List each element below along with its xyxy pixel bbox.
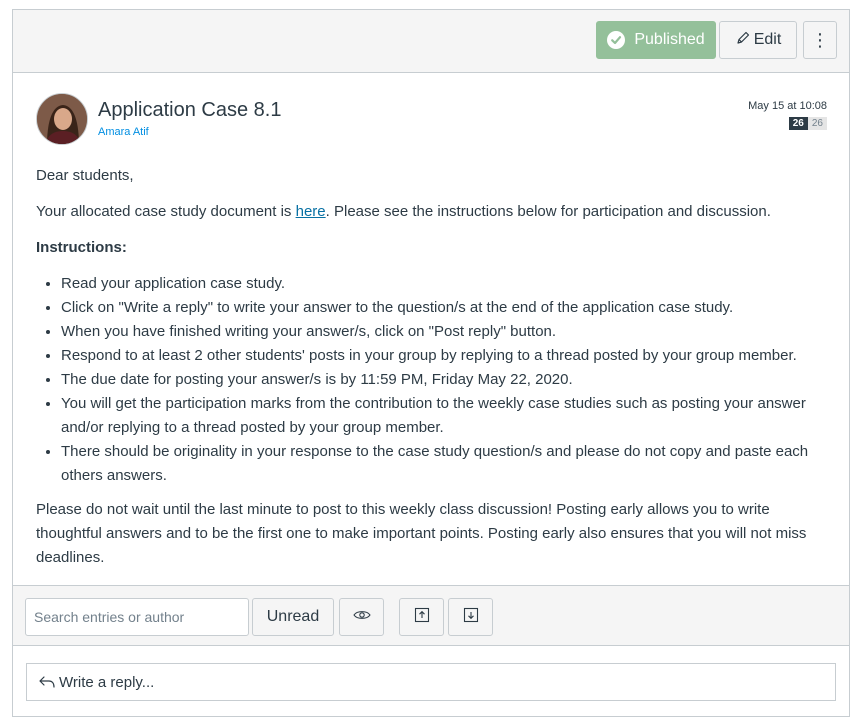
instruction-item: The due date for posting your answer/s i…: [61, 368, 836, 392]
unread-filter-button[interactable]: Unread: [252, 598, 334, 636]
intro-text-after: . Please see the instructions below for …: [325, 203, 771, 220]
collapse-threads-button[interactable]: [399, 598, 444, 636]
published-button[interactable]: Published: [596, 21, 716, 59]
instructions-list: Read your application case study. Click …: [36, 272, 836, 488]
instructions-heading: Instructions:: [36, 239, 127, 256]
unread-count-badge: 26: [788, 117, 808, 130]
intro-text: Your allocated case study document is: [36, 203, 296, 220]
instruction-item: When you have finished writing your answ…: [61, 320, 836, 344]
author-name-link[interactable]: Amara Atif: [98, 126, 149, 138]
expand-threads-button[interactable]: [448, 598, 493, 636]
kebab-icon: ⋮: [811, 30, 829, 50]
post-date: May 15 at 10:08: [748, 100, 827, 112]
pencil-icon: [735, 30, 751, 51]
discussion-frame: Published Edit ⋮ Application Case 8.1 Am…: [12, 9, 850, 717]
collapse-up-icon: [414, 607, 430, 628]
expand-down-icon: [463, 607, 479, 628]
discussion-toolbar: Published Edit ⋮: [13, 10, 849, 73]
reply-counts: 26 26: [788, 117, 827, 130]
search-input[interactable]: [25, 598, 249, 636]
instruction-item: Respond to at least 2 other students' po…: [61, 344, 836, 368]
case-study-link[interactable]: here: [296, 203, 326, 220]
check-circle-icon: [607, 31, 626, 49]
edit-label: Edit: [753, 31, 782, 48]
reply-arrow-icon: [38, 674, 56, 690]
instruction-item: There should be originality in your resp…: [61, 440, 836, 488]
more-options-button[interactable]: ⋮: [803, 21, 837, 59]
author-avatar[interactable]: [36, 93, 88, 145]
post-message: Dear students, Your allocated case study…: [36, 164, 836, 582]
instruction-item: You will get the participation marks fro…: [61, 392, 836, 440]
post-title: Application Case 8.1: [98, 99, 282, 121]
write-reply-button[interactable]: Write a reply...: [26, 663, 836, 701]
avatar-image: [37, 94, 87, 144]
intro-paragraph: Your allocated case study document is he…: [36, 200, 836, 224]
closing-paragraph: Please do not wait until the last minute…: [36, 501, 807, 566]
greeting-text: Dear students,: [36, 167, 134, 184]
instruction-item: Click on "Write a reply" to write your a…: [61, 296, 836, 320]
eye-icon: [352, 608, 371, 626]
unread-filter-label: Unread: [266, 608, 320, 625]
write-reply-label: Write a reply...: [59, 673, 155, 691]
published-label: Published: [634, 31, 705, 48]
total-count-badge: 26: [807, 117, 827, 130]
discussion-filter-bar: Unread: [13, 585, 849, 646]
edit-button[interactable]: Edit: [719, 21, 797, 59]
mark-all-read-button[interactable]: [339, 598, 384, 636]
instruction-item: Read your application case study.: [61, 272, 836, 296]
